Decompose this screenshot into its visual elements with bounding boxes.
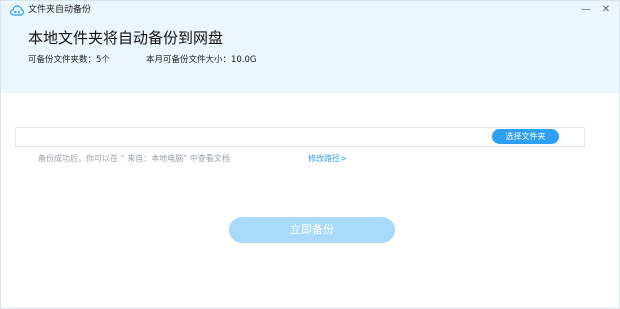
minimize-button[interactable]: —	[578, 3, 594, 17]
folder-count-stat: 可备份文件夹数：5个	[28, 55, 110, 65]
size-stat: 本月可备份文件大小：10.0G	[146, 55, 257, 65]
page-title: 本地文件夹将自动备份到网盘	[28, 29, 224, 47]
choose-folder-button[interactable]: 选择文件夹	[492, 129, 559, 144]
backup-now-button[interactable]: 立即备份	[229, 217, 395, 243]
close-button[interactable]: ✕	[598, 3, 614, 17]
modify-path-link[interactable]: 修改路径>	[308, 153, 347, 165]
title-bar: 文件夹自动备份 — ✕	[1, 1, 619, 21]
window-title: 文件夹自动备份	[28, 5, 92, 15]
backup-hint-text: 备份成功后，你可以在 “ 来自：本地电脑” 中查看文档	[38, 154, 230, 163]
backup-stats: 可备份文件夹数：5个 本月可备份文件大小：10.0G	[28, 54, 257, 66]
cloud-icon	[10, 5, 24, 16]
header-panel: 文件夹自动备份 — ✕ 本地文件夹将自动备份到网盘 可备份文件夹数：5个 本月可…	[1, 1, 619, 93]
